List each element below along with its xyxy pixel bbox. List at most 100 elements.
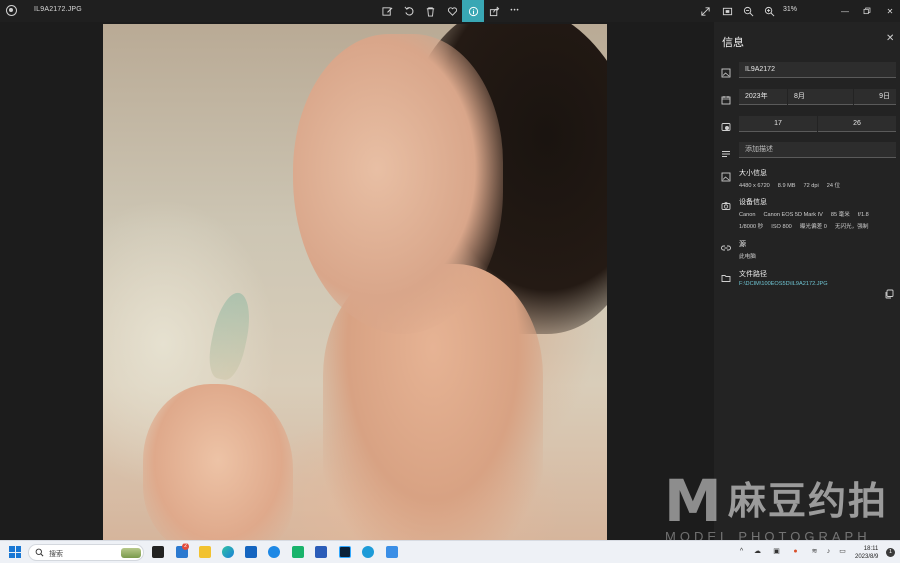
taskbar-clock[interactable]: 18:11 2023/8/9 <box>855 545 878 561</box>
fullscreen-button[interactable] <box>694 0 716 22</box>
info-panel: 信息 ✕ IL9A2172 2023年 8月 9日 17 26 添加描述 大小信… <box>714 22 900 540</box>
photos-app-icon <box>6 5 17 16</box>
image-size-icon <box>721 169 731 182</box>
windows-logo-icon <box>15 552 21 558</box>
time-hour-select[interactable]: 17 <box>739 116 817 132</box>
close-window-button[interactable]: ✕ <box>878 0 900 22</box>
photoshop-app-icon[interactable] <box>339 546 351 558</box>
watermark-logo-letter: M <box>664 467 722 535</box>
zoom-in-button[interactable] <box>758 0 780 22</box>
mail-badge: 2 <box>182 543 189 550</box>
restore-icon <box>863 7 871 15</box>
more-icon: ••• <box>510 8 520 14</box>
source-label: 源 <box>739 241 746 248</box>
fit-window-icon <box>722 7 732 15</box>
wifi-icon[interactable]: ≋ <box>810 547 819 556</box>
rotate-button[interactable] <box>398 0 420 22</box>
tray-chevron-icon[interactable]: ^ <box>737 547 746 556</box>
search-icon <box>35 548 44 557</box>
windows-logo-icon <box>9 552 15 558</box>
photo-viewer[interactable] <box>0 22 714 540</box>
maximize-button[interactable] <box>855 0 879 22</box>
battery-icon[interactable]: ▭ <box>838 547 847 556</box>
camera-make: Canon <box>739 212 756 218</box>
image-icon <box>721 65 731 78</box>
date-month-select[interactable]: 8月 <box>788 89 853 105</box>
calendar-icon <box>721 92 731 105</box>
file-explorer-alt-icon[interactable] <box>152 546 164 558</box>
iso: ISO 800 <box>771 224 792 230</box>
device-info-line1: Canon Canon EOS 5D Mark IV 85 毫米 f/1.8 <box>739 210 877 218</box>
store-app-icon[interactable] <box>245 546 257 558</box>
edit-image-button[interactable] <box>376 0 398 22</box>
taskbar-search[interactable]: 搜索 <box>28 544 144 561</box>
copy-icon <box>885 289 894 299</box>
file-size: 8.9 MB <box>777 183 796 189</box>
folder-app-icon[interactable] <box>199 546 211 558</box>
date-year-select[interactable]: 2023年 <box>739 89 787 105</box>
cloud-icon[interactable]: ☁ <box>753 547 762 556</box>
size-info-label: 大小信息 <box>739 170 767 177</box>
copy-path-button[interactable] <box>884 286 894 299</box>
wechat-app-icon[interactable] <box>292 546 304 558</box>
favorite-button[interactable] <box>441 0 463 22</box>
search-highlight-icon <box>121 548 141 558</box>
shutter-speed: 1/8000 秒 <box>739 224 764 230</box>
share-button[interactable] <box>483 0 505 22</box>
link-icon <box>721 240 731 251</box>
description-input[interactable]: 添加描述 <box>739 142 896 158</box>
device-info-label: 设备信息 <box>739 199 767 206</box>
zoom-out-button[interactable] <box>737 0 759 22</box>
device-info-line2: 1/8000 秒 ISO 800 曝光偏差 0 无闪光，强制 <box>739 222 876 230</box>
info-panel-close-button[interactable]: ✕ <box>886 33 894 44</box>
image-dpi: 72 dpi <box>803 183 819 189</box>
exposure-bias: 曝光偏差 0 <box>799 224 827 230</box>
tray-app-icon[interactable]: ▣ <box>772 547 781 556</box>
search-placeholder: 搜索 <box>49 551 63 558</box>
photo-face-shape <box>293 34 503 334</box>
taskbar: 搜索 2 ^ ☁ ▣ ● ≋ ♪ ▭ 18:11 2023/8/9 1 <box>0 540 900 563</box>
file-path-link[interactable]: F:\DCIM\100EOS5D\IL9A2172.JPG <box>739 281 828 287</box>
rotate-icon <box>404 6 413 16</box>
notification-badge[interactable]: 1 <box>886 548 895 557</box>
folder-icon <box>721 270 731 282</box>
zoom-level[interactable]: 31% <box>783 6 797 13</box>
focal-length: 85 毫米 <box>830 212 850 218</box>
app-blue-icon[interactable] <box>268 546 280 558</box>
aperture: f/1.8 <box>857 212 869 218</box>
clock-icon <box>721 119 731 131</box>
bit-depth: 24 位 <box>826 183 841 189</box>
share-icon <box>489 6 499 16</box>
volume-icon[interactable]: ♪ <box>824 547 833 556</box>
delete-button[interactable] <box>419 0 441 22</box>
start-button[interactable] <box>9 546 21 558</box>
source-value: 此电脑 <box>739 254 756 260</box>
info-panel-title: 信息 <box>722 37 744 49</box>
expand-icon <box>700 6 710 16</box>
minimize-icon: — <box>841 6 849 16</box>
app-circle-icon[interactable] <box>362 546 374 558</box>
file-name-input[interactable]: IL9A2172 <box>739 62 896 78</box>
image-dimensions: 4480 x 6720 <box>739 183 770 189</box>
info-icon <box>468 6 478 16</box>
close-icon: ✕ <box>886 6 894 16</box>
photo-hand-shape <box>143 384 293 540</box>
size-info-values: 4480 x 6720 8.9 MB 72 dpi 24 位 <box>739 181 848 189</box>
tray-app-orange-icon[interactable]: ● <box>791 547 800 556</box>
heart-icon <box>447 6 457 16</box>
info-button[interactable] <box>462 0 484 22</box>
trash-icon <box>426 6 434 17</box>
minimize-button[interactable]: — <box>833 0 857 22</box>
photos-taskbar-icon[interactable] <box>386 546 398 558</box>
camera-model: Canon EOS 5D Mark IV <box>763 212 823 218</box>
time-minute-select[interactable]: 26 <box>818 116 896 132</box>
edge-browser-icon[interactable] <box>222 546 234 558</box>
description-icon <box>721 146 731 157</box>
zoom-in-icon <box>764 6 774 16</box>
edit-image-icon <box>381 6 392 16</box>
date-day-select[interactable]: 9日 <box>854 89 896 105</box>
camera-icon <box>721 198 731 210</box>
fit-window-button[interactable] <box>716 0 738 22</box>
word-app-icon[interactable] <box>315 546 327 558</box>
more-button[interactable]: ••• <box>504 0 526 22</box>
